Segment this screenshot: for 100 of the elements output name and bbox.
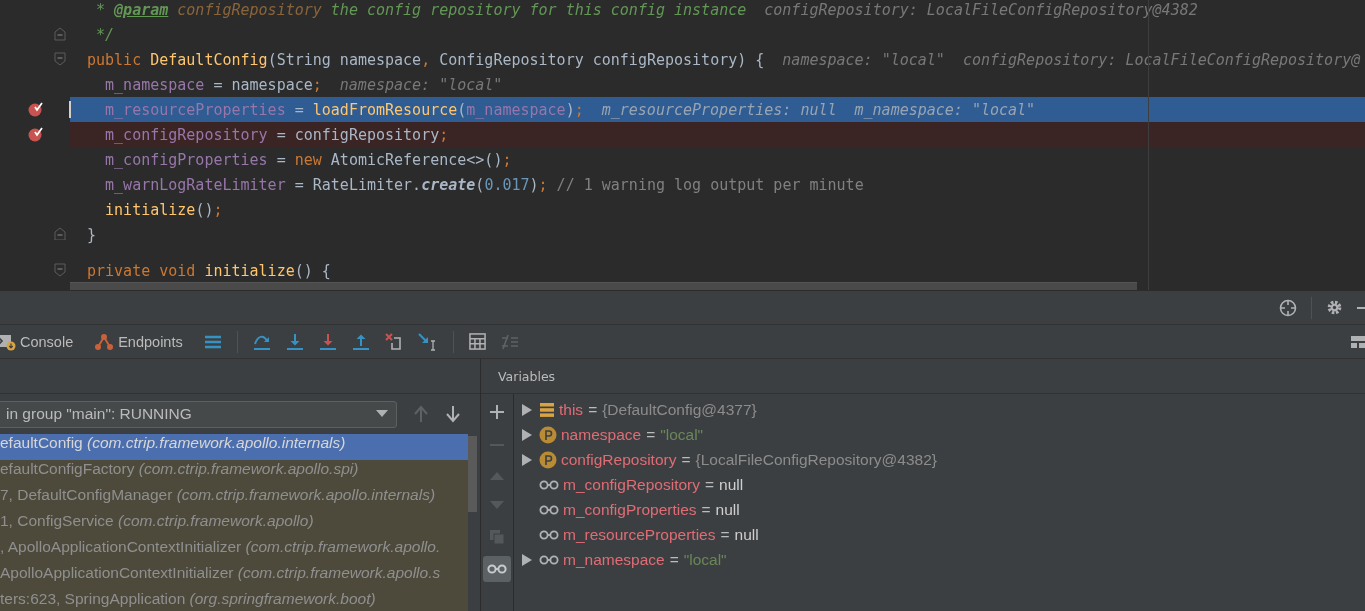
stack-frame[interactable]: efaultConfig (com.ctrip.framework.apollo.internals): [0, 434, 468, 460]
step-into-icon[interactable]: [285, 332, 304, 351]
method-name: initialize: [204, 261, 295, 280]
equals-sign: =: [669, 550, 679, 569]
stack-frame[interactable]: ApolloApplicationContextInitializer (com.ctrip.framework.apollo.s: [0, 564, 468, 590]
variable-value: {LocalFileConfigRepository@4382}: [695, 450, 937, 469]
variable-name[interactable]: m_namespace: [563, 550, 665, 569]
glasses-icon: [539, 529, 559, 540]
punctuation: ;: [213, 200, 223, 219]
inline-value-hint: configRepository: LocalFileConfigRepository@: [962, 50, 1361, 69]
equals-sign: =: [701, 500, 711, 519]
expand-arrow-icon[interactable]: [521, 403, 532, 416]
panel-title: Variables: [498, 368, 556, 384]
watches-toggle-button[interactable]: [483, 556, 511, 582]
parameter-icon: [539, 425, 557, 444]
field-name: m_warnLogRateLimiter: [104, 175, 286, 194]
breakpoint-icon[interactable]: [28, 126, 44, 142]
punctuation: ;: [439, 125, 449, 144]
crosshair-icon[interactable]: [1279, 298, 1297, 317]
glasses-icon: [539, 504, 559, 515]
line-comment: // 1 warning log output per minute: [555, 175, 864, 194]
down-arrow-icon[interactable]: [445, 405, 461, 423]
static-method-name: create: [421, 175, 476, 194]
equals-sign: =: [681, 450, 691, 469]
expand-arrow-icon[interactable]: [521, 453, 532, 466]
equals-sign: =: [646, 425, 656, 444]
step-out-icon[interactable]: [351, 332, 370, 351]
endpoints-tab[interactable]: Endpoints: [94, 332, 183, 351]
field-name: m_configRepository: [104, 125, 268, 144]
dropdown-caret-icon: [376, 410, 388, 418]
fold-icon[interactable]: [54, 52, 66, 66]
variable-value: {DefaultConfig@4377}: [602, 400, 757, 419]
field-name: m_resourceProperties: [104, 100, 286, 119]
fold-icon[interactable]: [54, 27, 66, 41]
vertical-scrollbar[interactable]: [468, 436, 477, 512]
inline-value-hint: configRepository: LocalFileConfigRepository@4382: [764, 0, 1198, 19]
code-text: ConfigRepository configRepository) {: [439, 50, 765, 69]
expand-arrow-icon[interactable]: [521, 553, 532, 566]
horizontal-scrollbar[interactable]: [70, 282, 1137, 290]
keyword: private void: [87, 261, 197, 280]
punctuation: ;: [574, 100, 584, 119]
fold-icon[interactable]: [54, 227, 66, 241]
method-name: initialize: [104, 200, 196, 219]
inline-value-hint: m_resourceProperties: null: [601, 100, 837, 119]
field-name: m_configProperties: [104, 150, 268, 169]
breakpoint-icon[interactable]: [28, 101, 44, 117]
glasses-icon: [539, 554, 559, 565]
console-icon: [0, 332, 16, 351]
glasses-icon: [487, 564, 507, 574]
equals-sign: =: [705, 475, 715, 494]
stack-frame[interactable]: efaultConfigFactory (com.ctrip.framework.apollo.spi): [0, 460, 468, 486]
code-text: (String namespace: [267, 50, 422, 69]
stack-frame[interactable]: 1, ConfigService (com.ctrip.framework.apollo): [0, 512, 468, 538]
variable-name[interactable]: this: [559, 400, 584, 419]
method-name: loadFromResource: [312, 100, 458, 119]
doc-comment: *: [95, 0, 107, 19]
code-text: = namespace: [212, 75, 313, 94]
thread-dropdown[interactable]: in group "main": RUNNING: [0, 400, 397, 428]
code-text: ): [529, 175, 539, 194]
console-tab[interactable]: Console: [0, 332, 74, 351]
variable-name[interactable]: m_configProperties: [563, 500, 697, 519]
force-step-into-icon[interactable]: [318, 332, 337, 351]
variable-name[interactable]: m_configRepository: [563, 475, 700, 494]
stack-frame[interactable]: , ApolloApplicationContextInitializer (com.ctrip.framework.apollo.: [0, 538, 468, 564]
keyword: public: [87, 50, 143, 69]
punctuation: ,: [421, 50, 432, 69]
text-cursor: [69, 101, 71, 118]
punctuation: ;: [538, 175, 548, 194]
code-text: ): [565, 100, 575, 119]
number-literal: 0.017: [484, 175, 530, 194]
fold-icon[interactable]: [54, 263, 66, 277]
endpoints-icon: [94, 332, 115, 351]
code-text: (): [195, 200, 214, 219]
code-text: =: [275, 150, 287, 169]
layout-icon[interactable]: [1351, 334, 1365, 349]
method-name: DefaultConfig: [150, 50, 268, 69]
variable-value: null: [719, 475, 744, 494]
drop-frame-icon[interactable]: [384, 332, 403, 351]
equals-sign: =: [720, 525, 730, 544]
variable-value: null: [734, 525, 759, 544]
keyword: new: [294, 150, 323, 169]
doc-tag: @param: [114, 0, 169, 19]
stack-frame[interactable]: 7, DefaultConfigManager (com.ctrip.framework.apollo.internals): [0, 486, 468, 512]
expand-arrow-icon[interactable]: [521, 428, 532, 441]
code-editor[interactable]: [0, 0, 1365, 290]
code-text: (: [457, 100, 467, 119]
calculator-icon[interactable]: [468, 333, 486, 350]
variable-name[interactable]: namespace: [561, 425, 642, 444]
run-to-cursor-icon[interactable]: [417, 332, 438, 351]
code-text: () {: [294, 261, 331, 280]
variable-name[interactable]: m_resourceProperties: [563, 525, 716, 544]
variable-value: null: [715, 500, 740, 519]
code-text: (: [475, 175, 485, 194]
variable-name[interactable]: configRepository: [561, 450, 677, 469]
code-text: = RateLimiter.: [293, 175, 422, 194]
settings-icon[interactable]: [1326, 299, 1343, 316]
doc-comment: */: [95, 25, 115, 44]
stack-frame[interactable]: ters:623, SpringApplication (org.springframework.boot): [0, 590, 468, 611]
code-text: = configRepository: [275, 125, 440, 144]
add-icon[interactable]: [490, 405, 504, 419]
